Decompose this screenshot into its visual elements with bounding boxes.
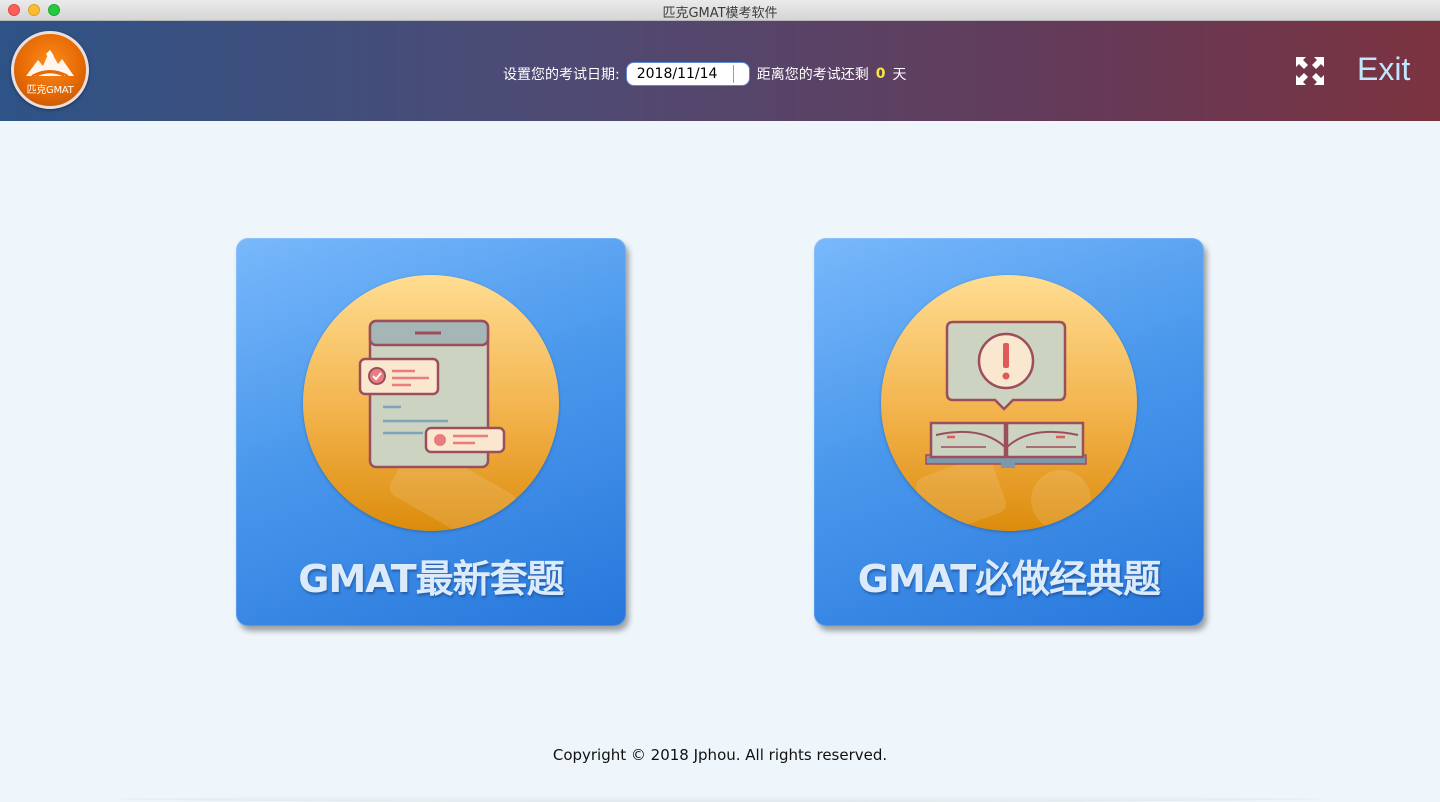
exam-date-label: 设置您的考试日期:: [503, 67, 620, 83]
latest-tests-card[interactable]: GMAT最新套题: [236, 238, 626, 626]
card-title: GMAT最新套题: [298, 557, 564, 601]
mountain-logo-icon: [26, 50, 74, 77]
exam-date-row: 设置您的考试日期: 2018/11/14 距离您的考试还剩 0 天: [503, 62, 906, 86]
copyright-text: Copyright © 2018 Jphou. All rights reser…: [552, 746, 888, 764]
exam-date-value: 2018/11/14: [636, 66, 718, 82]
exam-date-input[interactable]: 2018/11/14: [625, 62, 750, 86]
app-logo: 匹克GMAT: [11, 31, 89, 109]
fullscreen-expand-icon[interactable]: [1294, 55, 1326, 87]
logo-text: 匹克GMAT: [26, 85, 74, 96]
app-header: 匹克GMAT 设置您的考试日期: 2018/11/14 距离您的考试还剩 0 天…: [0, 21, 1440, 121]
card-title: GMAT必做经典题: [857, 557, 1161, 601]
window-title: 匹克GMAT模考软件: [662, 6, 778, 21]
card-icon-circle: [303, 275, 559, 531]
exit-button[interactable]: Exit: [1357, 51, 1410, 88]
classic-questions-card[interactable]: GMAT必做经典题: [814, 238, 1204, 626]
book-alert-icon: [915, 320, 1091, 531]
date-stepper-divider: [732, 65, 734, 83]
bottom-shadow: [120, 796, 1320, 802]
days-remaining-count: 0: [875, 66, 886, 82]
days-remaining-label: 距离您的考试还剩: [756, 67, 869, 83]
tablet-checklist-icon: [358, 319, 517, 531]
days-unit: 天: [892, 67, 907, 83]
window-titlebar: 匹克GMAT模考软件: [0, 0, 1440, 21]
card-icon-circle: [881, 275, 1137, 531]
